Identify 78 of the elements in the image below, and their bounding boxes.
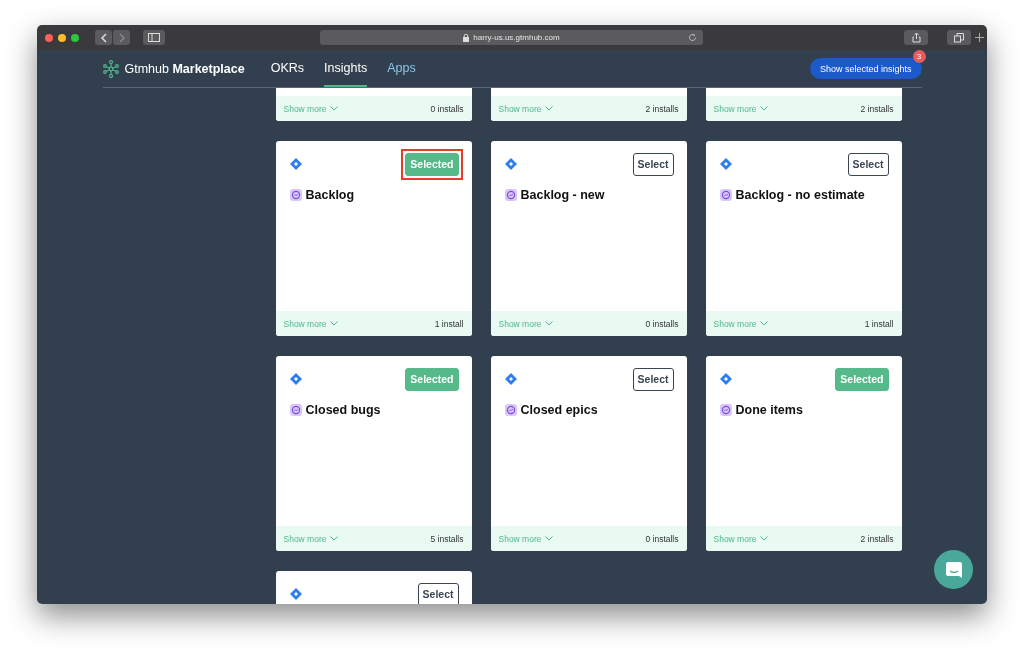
- chat-button[interactable]: [934, 550, 973, 589]
- chevron-down-icon: [329, 106, 338, 111]
- minimize-icon[interactable]: [58, 33, 66, 42]
- install-count: 0 installs: [430, 103, 464, 114]
- install-count: 1 install: [864, 318, 894, 329]
- chevron-down-icon: [544, 321, 553, 326]
- install-count: 2 installs: [860, 103, 894, 114]
- select-button[interactable]: Select: [847, 152, 889, 176]
- lock-icon: [463, 33, 470, 42]
- chevron-right-icon: [117, 32, 126, 43]
- maximize-icon[interactable]: [71, 33, 79, 42]
- address-bar[interactable]: harry-us.us.gtmhub.com: [320, 30, 703, 45]
- diamond-icon: [719, 158, 732, 170]
- chart-icon: [289, 404, 302, 416]
- show-more-link[interactable]: Show more: [713, 318, 768, 329]
- diamond-icon: [719, 373, 732, 385]
- chart-icon: [504, 189, 517, 201]
- show-more-link[interactable]: Show more: [498, 103, 553, 114]
- chevron-down-icon: [759, 321, 768, 326]
- show-more-link[interactable]: Show more: [713, 533, 768, 544]
- card-title: Closed epics: [520, 403, 598, 417]
- diamond-icon: [504, 373, 517, 385]
- show-more-link[interactable]: Show more: [283, 318, 338, 329]
- show-more-link[interactable]: Show more: [713, 103, 768, 114]
- new-tab-icon[interactable]: [975, 33, 984, 42]
- select-button[interactable]: Select: [632, 152, 674, 176]
- chevron-down-icon: [759, 536, 768, 541]
- chart-icon: [289, 189, 302, 201]
- chevron-down-icon: [329, 536, 338, 541]
- chevron-down-icon: [544, 106, 553, 111]
- chevron-down-icon: [329, 321, 338, 326]
- tabs-icon: [954, 32, 964, 43]
- nav-link[interactable]: Apps: [387, 50, 416, 87]
- install-count: 2 installs: [645, 103, 679, 114]
- select-button[interactable]: Selected: [405, 152, 459, 176]
- back-button[interactable]: [95, 30, 112, 45]
- diamond-icon: [289, 373, 302, 385]
- card-title: Closed bugs: [305, 403, 381, 417]
- count-badge: 3: [912, 50, 926, 63]
- chat-icon: [944, 560, 963, 579]
- show-more-link[interactable]: Show more: [498, 533, 553, 544]
- select-button[interactable]: Selected: [835, 367, 889, 391]
- card-title: Backlog: [305, 188, 355, 202]
- diamond-icon: [504, 158, 517, 170]
- diamond-icon: [289, 158, 302, 170]
- card-title: Done items: [735, 403, 803, 417]
- chevron-left-icon: [99, 32, 108, 43]
- install-count: 0 installs: [645, 533, 679, 544]
- show-selected-button[interactable]: Show selected insights: [809, 58, 922, 80]
- select-button[interactable]: Select: [632, 367, 674, 391]
- select-button[interactable]: Select: [417, 582, 459, 604]
- chart-icon: [719, 404, 732, 416]
- show-more-link[interactable]: Show more: [498, 318, 553, 329]
- logo-icon: [102, 59, 119, 78]
- install-count: 1 install: [434, 318, 464, 329]
- chart-icon: [719, 189, 732, 201]
- url-text: harry-us.us.gtmhub.com: [473, 33, 560, 42]
- reload-icon[interactable]: [688, 33, 697, 42]
- brand-name[interactable]: Gtmhub Marketplace: [124, 61, 245, 76]
- sidebar-icon: [148, 33, 160, 42]
- share-button[interactable]: [904, 30, 928, 45]
- chart-icon: [504, 404, 517, 416]
- install-count: 2 installs: [860, 533, 894, 544]
- nav-link[interactable]: OKRs: [270, 50, 305, 87]
- install-count: 5 installs: [430, 533, 464, 544]
- select-button[interactable]: Selected: [405, 367, 459, 391]
- share-icon: [911, 32, 921, 43]
- install-count: 0 installs: [645, 318, 679, 329]
- chevron-down-icon: [544, 536, 553, 541]
- card-title: Backlog - new: [520, 188, 605, 202]
- tabs-button[interactable]: [947, 30, 971, 45]
- sidebar-button[interactable]: [143, 30, 165, 45]
- chevron-down-icon: [759, 106, 768, 111]
- diamond-icon: [289, 588, 302, 600]
- card-title: Backlog - no estimate: [735, 188, 865, 202]
- show-more-link[interactable]: Show more: [283, 533, 338, 544]
- show-more-link[interactable]: Show more: [283, 103, 338, 114]
- close-icon[interactable]: [45, 33, 53, 42]
